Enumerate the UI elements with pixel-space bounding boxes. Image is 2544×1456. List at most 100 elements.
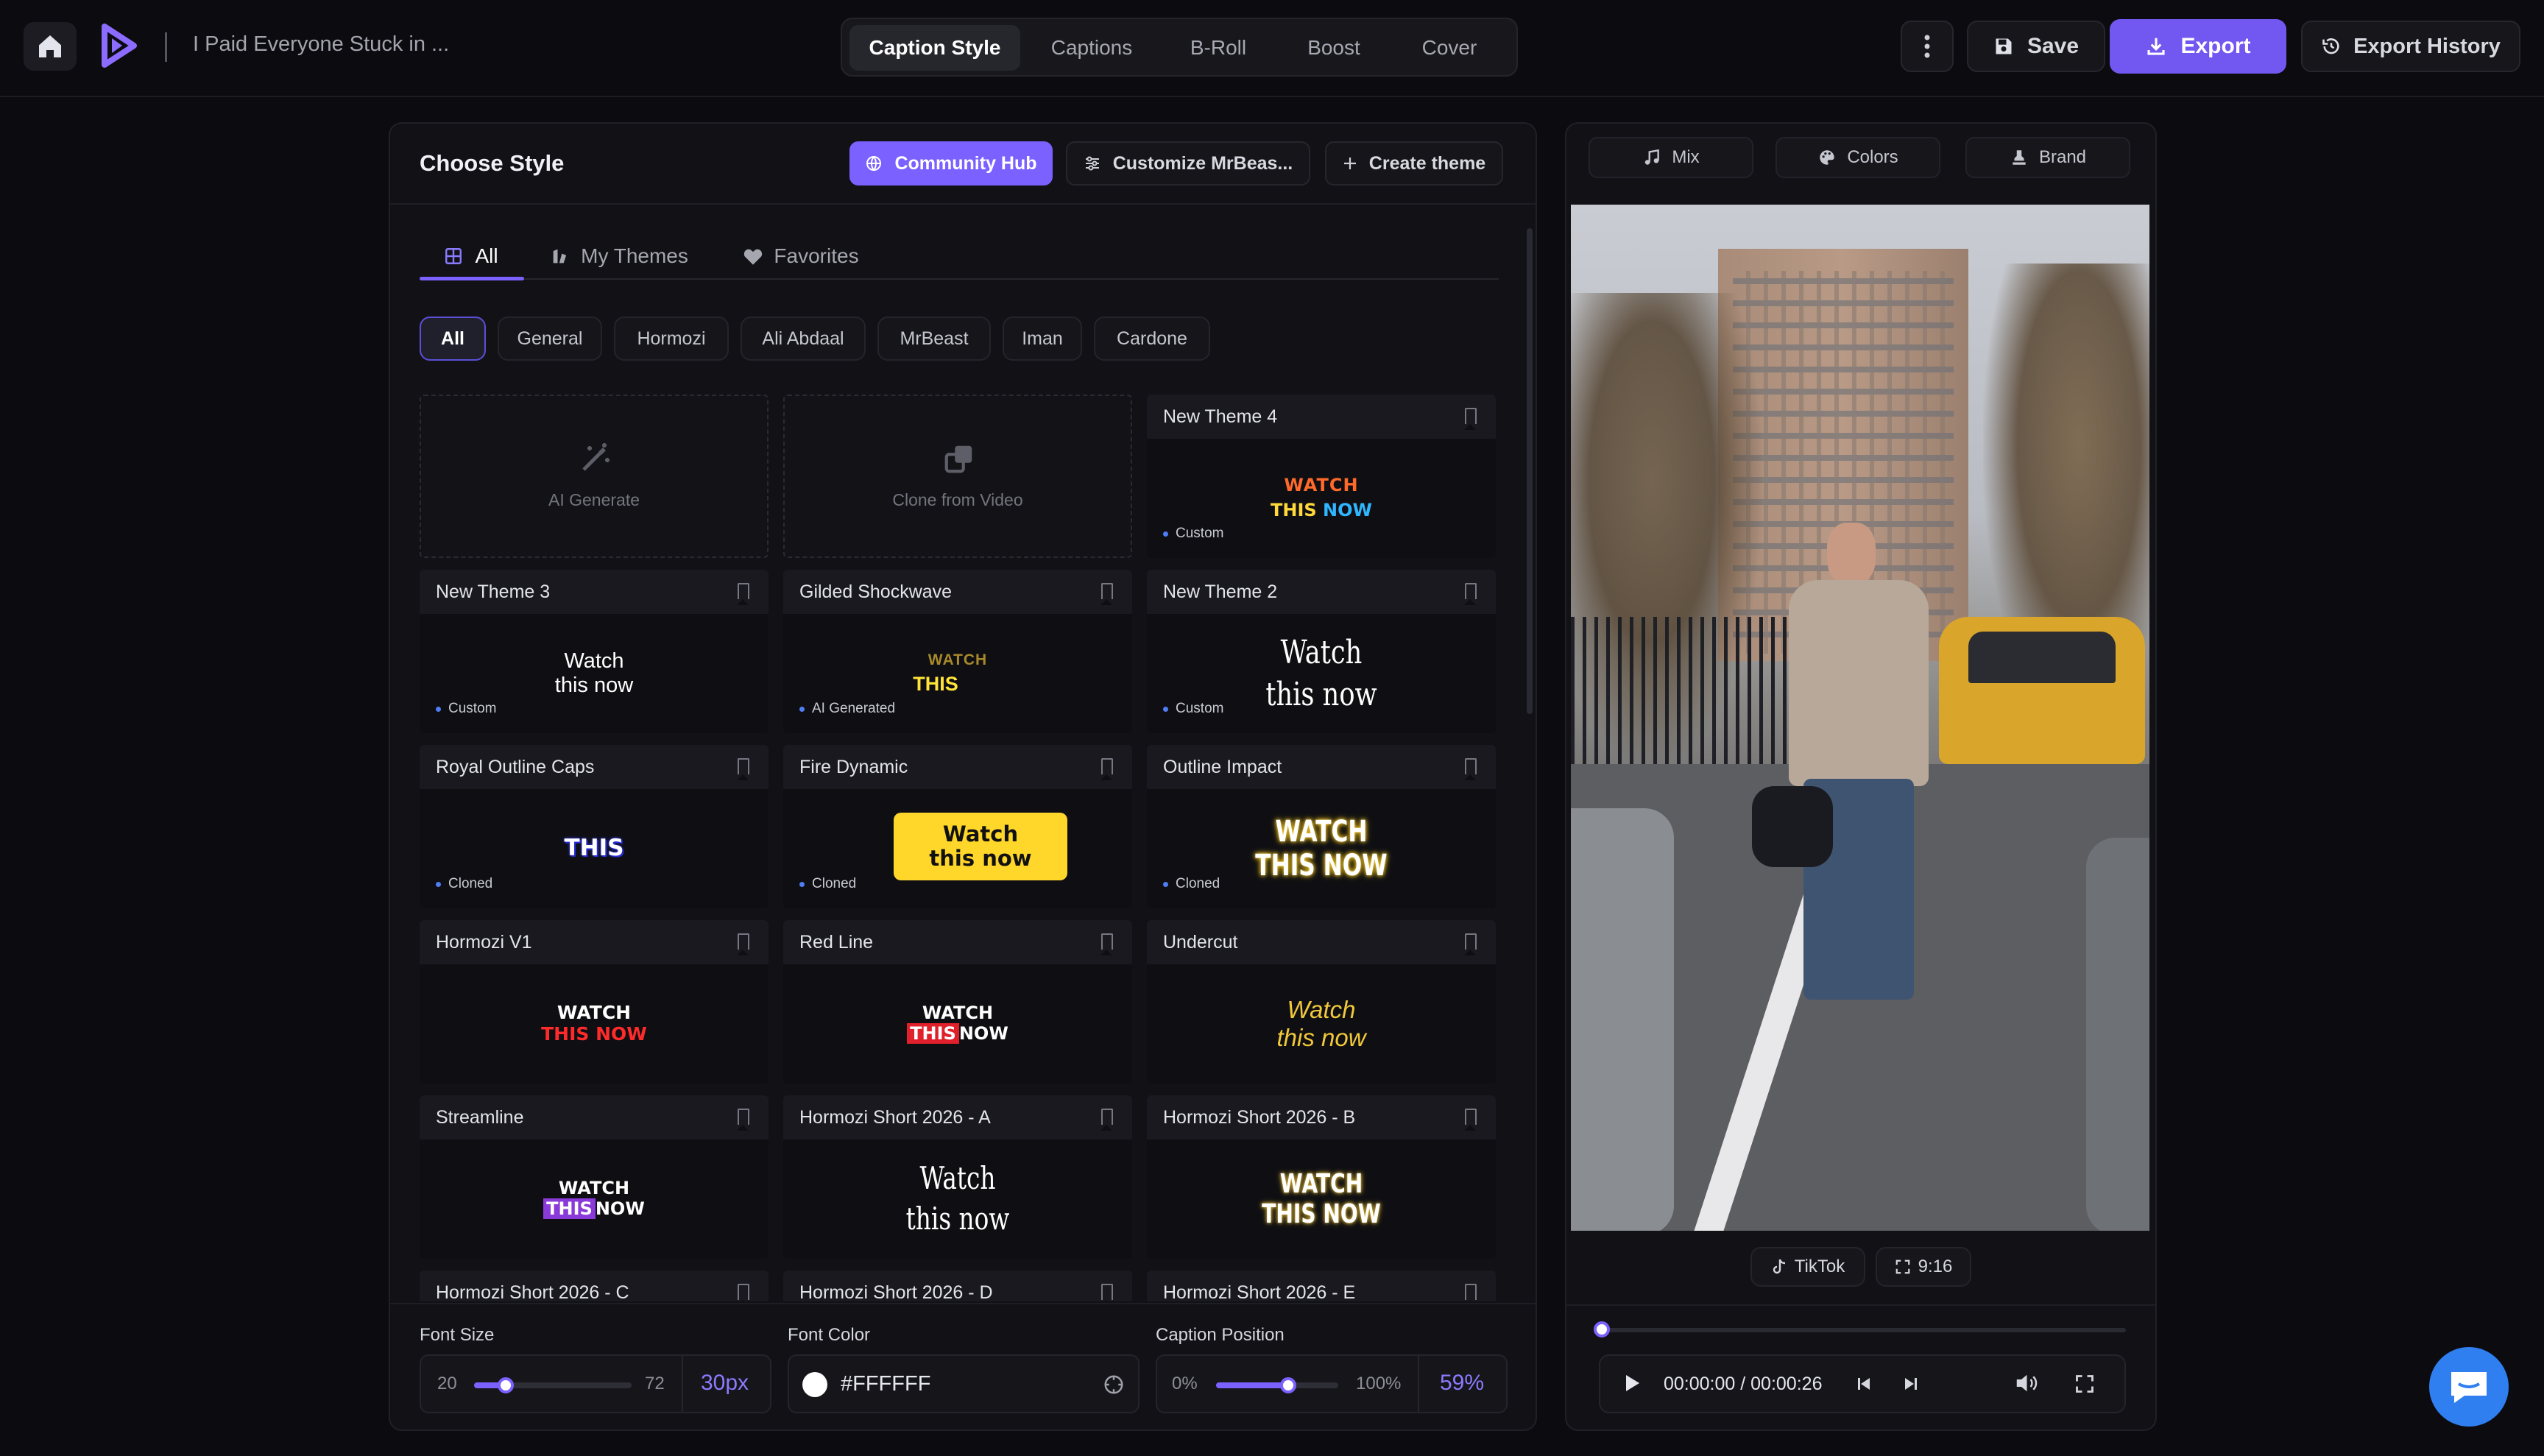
bookmark-icon[interactable] [1100, 1284, 1113, 1301]
preview-divider [1566, 1304, 2155, 1306]
font-color-swatch[interactable] [802, 1372, 827, 1397]
tab-captions[interactable]: Captions [1029, 25, 1154, 71]
bookmark-icon[interactable] [1464, 1284, 1477, 1301]
aspect-ratio-button[interactable]: 9:16 [1876, 1247, 1971, 1287]
create-theme-button[interactable]: Create theme [1325, 141, 1503, 185]
bookmark-icon[interactable] [737, 583, 749, 605]
bookmark-icon[interactable] [1100, 583, 1113, 605]
clone-from-video-card[interactable]: Clone from Video [783, 395, 1132, 558]
bookmark-icon[interactable] [737, 1109, 749, 1131]
caption-position-slider-thumb[interactable] [1279, 1377, 1296, 1393]
ai-generate-card[interactable]: AI Generate [420, 395, 768, 558]
preview-line-2b: NOW [958, 1023, 1008, 1044]
font-size-value[interactable]: 30px [701, 1371, 749, 1396]
project-title[interactable]: I Paid Everyone Stuck in ... [193, 32, 449, 57]
filter-chip-cardone[interactable]: Cardone [1094, 317, 1210, 361]
filter-chip-hormozi[interactable]: Hormozi [614, 317, 729, 361]
customize-button[interactable]: Customize MrBeas... [1066, 141, 1310, 185]
theme-card-hormozi-short-2026-d[interactable]: Hormozi Short 2026 - D [783, 1271, 1132, 1301]
bookmark-icon[interactable] [1100, 758, 1113, 780]
bookmark-icon[interactable] [737, 758, 749, 780]
tab-b-roll[interactable]: B-Roll [1163, 25, 1273, 71]
filter-chip-iman[interactable]: Iman [1003, 317, 1082, 361]
download-icon [2147, 38, 2166, 55]
bookmark-icon[interactable] [1464, 933, 1477, 955]
preview-line-2: THIS NOW [541, 1023, 647, 1045]
bookmark-icon[interactable] [1100, 933, 1113, 955]
theme-card-new-theme-2[interactable]: New Theme 2 Watch this now Custom [1147, 570, 1496, 733]
theme-name: New Theme 2 [1163, 581, 1278, 602]
app-logo[interactable] [100, 24, 138, 68]
bookmark-icon[interactable] [1464, 1109, 1477, 1131]
bookmark-icon[interactable] [737, 933, 749, 955]
caption-position-slider[interactable] [1216, 1377, 1338, 1393]
skip-back-icon[interactable] [1855, 1375, 1873, 1393]
filter-chip-general[interactable]: General [498, 317, 602, 361]
font-color-value[interactable]: #FFFFFF [841, 1372, 930, 1396]
bookmark-icon[interactable] [1464, 758, 1477, 780]
customize-label: Customize MrBeas... [1112, 152, 1293, 174]
theme-tag: Custom [1176, 526, 1224, 541]
theme-preview: WATCH THIS AI Generated [783, 614, 1132, 733]
theme-card-hormozi-short-2026-c[interactable]: Hormozi Short 2026 - C [420, 1271, 768, 1301]
theme-card-streamline[interactable]: Streamline WATCH THIS NOW [420, 1095, 768, 1259]
theme-card-red-line[interactable]: Red Line WATCH THIS NOW [783, 920, 1132, 1084]
theme-card-hormozi-short-2026-a[interactable]: Hormozi Short 2026 - A Watch this now [783, 1095, 1132, 1259]
eyedropper-icon[interactable] [1103, 1374, 1125, 1396]
skip-forward-icon[interactable] [1902, 1375, 1920, 1393]
tab-cover[interactable]: Cover [1394, 25, 1505, 71]
theme-card-new-theme-4[interactable]: New Theme 4 WATCH THIS NOW Custom [1147, 395, 1496, 558]
bookmark-icon[interactable] [1464, 408, 1477, 430]
more-options-button[interactable] [1901, 21, 1954, 72]
theme-name: Hormozi Short 2026 - A [799, 1106, 991, 1128]
theme-card-gilded-shockwave[interactable]: Gilded Shockwave WATCH THIS AI Generated [783, 570, 1132, 733]
theme-tag: Custom [448, 701, 497, 716]
view-tab-all[interactable]: All [420, 234, 523, 278]
main-nav-tabs: Caption Style Captions B-Roll Boost Cove… [841, 18, 1518, 77]
filter-chip-all[interactable]: All [420, 317, 486, 361]
tab-boost[interactable]: Boost [1282, 25, 1385, 71]
fullscreen-icon[interactable] [2074, 1374, 2095, 1394]
view-tab-my-themes[interactable]: My Themes [542, 234, 696, 278]
chat-support-button[interactable] [2429, 1347, 2509, 1427]
theme-card-fire-dynamic[interactable]: Fire Dynamic Watch this now Cloned [783, 745, 1132, 908]
caption-position-value[interactable]: 59% [1440, 1371, 1484, 1396]
volume-icon[interactable] [2014, 1372, 2043, 1394]
font-color-control[interactable]: #FFFFFF [788, 1354, 1140, 1413]
play-icon[interactable] [1624, 1374, 1642, 1393]
preview-line-2: THIS NOW [1262, 1199, 1381, 1229]
colors-button[interactable]: Colors [1776, 137, 1940, 178]
platform-button[interactable]: TikTok [1750, 1247, 1865, 1287]
theme-card-new-theme-3[interactable]: New Theme 3 Watch this now Custom [420, 570, 768, 733]
font-size-slider-thumb[interactable] [497, 1377, 514, 1393]
mix-button[interactable]: Mix [1589, 137, 1753, 178]
filter-chip-mrbeast[interactable]: MrBeast [877, 317, 991, 361]
theme-card-royal-outline-caps[interactable]: Royal Outline Caps THIS Cloned [420, 745, 768, 908]
theme-preview: WATCH THIS NOW [420, 964, 768, 1084]
theme-card-outline-impact[interactable]: Outline Impact WATCH THIS NOW Cloned [1147, 745, 1496, 908]
theme-card-undercut[interactable]: Undercut Watch this now [1147, 920, 1496, 1084]
brand-button[interactable]: Brand [1965, 137, 2130, 178]
bookmark-icon[interactable] [1464, 583, 1477, 605]
community-hub-button[interactable]: Community Hub [849, 141, 1053, 185]
video-preview[interactable] [1571, 205, 2149, 1231]
tab-caption-style[interactable]: Caption Style [849, 25, 1020, 71]
theme-card-hormozi-short-2026-e[interactable]: Hormozi Short 2026 - E [1147, 1271, 1496, 1301]
theme-name: New Theme 4 [1163, 406, 1278, 427]
theme-card-hormozi-short-2026-b[interactable]: Hormozi Short 2026 - B WATCH THIS NOW [1147, 1095, 1496, 1259]
style-grid-scrollbar[interactable] [1527, 228, 1533, 714]
timeline-playhead[interactable] [1594, 1321, 1610, 1337]
bookmark-icon[interactable] [1100, 1109, 1113, 1131]
save-button[interactable]: Save [1967, 21, 2105, 72]
filter-chip-ali-abdaal[interactable]: Ali Abdaal [741, 317, 866, 361]
view-tab-favorites[interactable]: Favorites [735, 234, 867, 278]
font-size-slider[interactable] [474, 1377, 632, 1393]
timeline-track[interactable] [1602, 1328, 2126, 1332]
export-history-button[interactable]: Export History [2301, 21, 2520, 72]
bookmark-icon[interactable] [737, 1284, 749, 1301]
view-tab-all-label: All [475, 244, 498, 267]
grid-icon [445, 248, 462, 264]
theme-card-hormozi-v1[interactable]: Hormozi V1 WATCH THIS NOW [420, 920, 768, 1084]
export-button[interactable]: Export [2110, 19, 2286, 74]
home-button[interactable] [24, 22, 77, 71]
